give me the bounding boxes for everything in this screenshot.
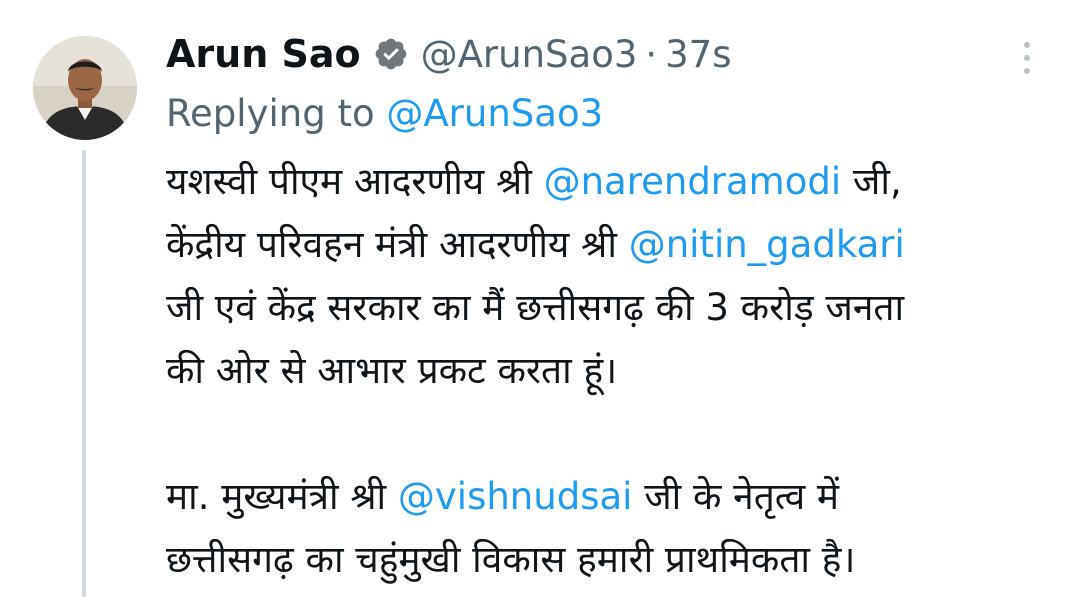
tweet-timestamp[interactable]: 37s: [665, 33, 731, 76]
tweet-line: जी एवं केंद्र सरकार का मैं छत्तीसगढ़ की …: [166, 286, 905, 329]
tweet-line: छत्तीसगढ़ का चहुंमुखी विकास हमारी प्राथम…: [166, 538, 856, 581]
avatar[interactable]: [33, 36, 137, 140]
mention-narendramodi[interactable]: @narendramodi: [544, 160, 842, 203]
more-vertical-icon[interactable]: [1015, 38, 1039, 78]
tweet-header: Arun Sao @ArunSao3 · 37s: [166, 28, 732, 80]
tweet-text: यशस्वी पीएम आदरणीय श्री @narendramodi जी…: [166, 150, 1056, 591]
mention-nitin-gadkari[interactable]: @nitin_gadkari: [629, 223, 905, 266]
text-segment: यशस्वी पीएम आदरणीय श्री: [166, 160, 544, 203]
text-segment: जी,: [841, 160, 902, 203]
tweet-line: मा. मुख्यमंत्री श्री @vishnudsai जी के न…: [166, 465, 1056, 528]
text-segment: केंद्रीय परिवहन मंत्री आदरणीय श्री: [166, 223, 629, 266]
profile-photo: [33, 36, 137, 140]
replying-to-label: Replying to: [166, 92, 387, 135]
author-name[interactable]: Arun Sao: [166, 32, 361, 76]
replying-to: Replying to @ArunSao3: [166, 92, 603, 135]
replying-to-mention[interactable]: @ArunSao3: [386, 92, 603, 135]
tweet-line: केंद्रीय परिवहन मंत्री आदरणीय श्री @niti…: [166, 213, 1056, 276]
thread-line: [82, 150, 86, 597]
separator-dot: ·: [645, 32, 658, 76]
verified-badge-icon: [373, 36, 409, 72]
tweet: Arun Sao @ArunSao3 · 37s Replying to @Ar…: [0, 0, 1080, 597]
author-handle[interactable]: @ArunSao3: [421, 33, 638, 76]
tweet-line: की ओर से आभार प्रकट करता हूं।: [166, 349, 618, 392]
mention-vishnudsai[interactable]: @vishnudsai: [398, 475, 633, 518]
tweet-line: यशस्वी पीएम आदरणीय श्री @narendramodi जी…: [166, 150, 1056, 213]
text-segment: मा. मुख्यमंत्री श्री: [166, 475, 398, 518]
text-segment: जी के नेतृत्व में: [632, 475, 840, 518]
